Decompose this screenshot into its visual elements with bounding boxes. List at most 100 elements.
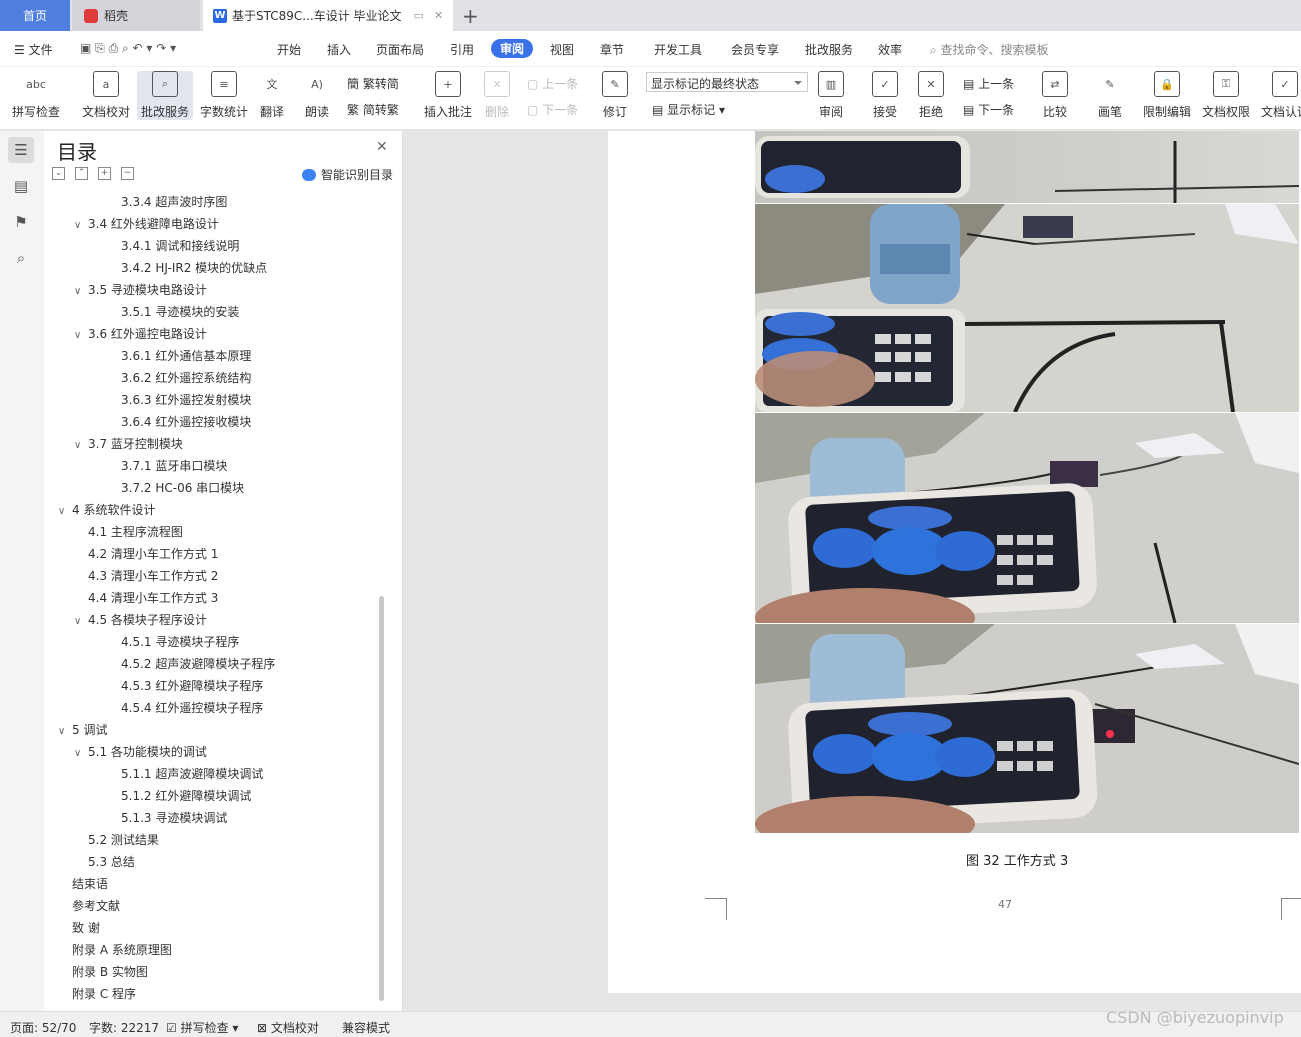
toc-item[interactable]: 4.1 主程序流程图 xyxy=(74,521,183,543)
toc-item[interactable]: ∨ 4 系统软件设计 xyxy=(58,499,155,521)
toc-item[interactable]: ∨ 3.5 寻迹模块电路设计 xyxy=(74,279,207,301)
delete-comment-button[interactable]: ✕ 删除 xyxy=(484,71,510,120)
toc-item[interactable]: 3.6.1 红外通信基本原理 xyxy=(107,345,251,367)
word-count-button[interactable]: ≡ 字数统计 xyxy=(200,71,248,120)
toc-item[interactable]: 3.7.2 HC-06 串口模块 xyxy=(107,477,244,499)
toc-item[interactable]: 3.5.1 寻迹模块的安装 xyxy=(107,301,239,323)
command-search[interactable]: ⌕ 查找命令、搜索模板 xyxy=(930,41,1049,58)
translate-button[interactable]: 文翻译 xyxy=(259,71,285,120)
accept-button[interactable]: ✓ 接受 xyxy=(872,71,898,120)
menu-file[interactable]: ☰ 文件 xyxy=(14,41,53,58)
close-tab-icon[interactable]: ✕ xyxy=(434,9,443,22)
markup-state-select[interactable]: 显示标记的最终状态 xyxy=(646,72,808,92)
toc-item[interactable]: 3.4.1 调试和接线说明 xyxy=(107,235,239,257)
chevron-down-icon[interactable]: ∨ xyxy=(74,435,88,457)
menu-vip[interactable]: 会员专享 xyxy=(731,41,779,58)
toc-item[interactable]: 4.3 清理小车工作方式 2 xyxy=(74,565,218,587)
chevron-down-icon[interactable]: ∨ xyxy=(74,611,88,633)
toc-item[interactable]: 3.6.3 红外遥控发射模块 xyxy=(107,389,251,411)
menu-start[interactable]: 开始 xyxy=(277,41,301,58)
revise-button[interactable]: ✎ 修订 xyxy=(602,71,628,120)
chevron-down-icon[interactable]: ∨ xyxy=(58,501,72,523)
expand-down-icon[interactable]: ⌄ xyxy=(52,167,65,180)
toc-item[interactable]: 4.5.1 寻迹模块子程序 xyxy=(107,631,239,653)
toc-item[interactable]: 附录 C 程序 xyxy=(58,983,136,1005)
toc-item[interactable]: ∨ 3.4 红外线避障电路设计 xyxy=(74,213,219,235)
toc-item[interactable]: 5.1.2 红外避障模块调试 xyxy=(107,785,251,807)
collapse-all-icon[interactable]: − xyxy=(121,167,134,180)
status-doc-check[interactable]: ⊠ 文档校对 xyxy=(257,1019,319,1036)
chapter-nav-icon[interactable]: ▤ xyxy=(8,173,34,199)
word-count[interactable]: 字数: 22217 xyxy=(89,1019,159,1036)
toc-item[interactable]: 5.2 测试结果 xyxy=(74,829,159,851)
toc-item[interactable]: 4.2 清理小车工作方式 1 xyxy=(74,543,218,565)
tab-home[interactable]: 首页 xyxy=(0,0,70,31)
menu-reference[interactable]: 引用 xyxy=(450,41,474,58)
toc-item[interactable]: ∨ 5 调试 xyxy=(58,719,107,741)
chevron-down-icon[interactable]: ∨ xyxy=(74,743,88,765)
show-marks-button[interactable]: ▤ 显示标记 ▾ xyxy=(652,101,725,118)
menu-dev-tools[interactable]: 开发工具 xyxy=(654,41,702,58)
menu-chapter[interactable]: 章节 xyxy=(600,41,624,58)
toc-item[interactable]: 3.3.4 超声波时序图 xyxy=(107,191,227,213)
spell-check-button[interactable]: abc 拼写检查 xyxy=(12,71,60,120)
reject-button[interactable]: ✕ 拒绝 xyxy=(918,71,944,120)
screen-icon[interactable]: ▭ xyxy=(414,9,424,22)
collapse-up-icon[interactable]: ⌃ xyxy=(75,167,88,180)
toc-item[interactable]: ∨ 3.6 红外遥控电路设计 xyxy=(74,323,207,345)
doc-permission-button[interactable]: ⚿ 文档权限 xyxy=(1202,71,1250,120)
toc-item[interactable]: ∨ 4.5 各模块子程序设计 xyxy=(74,609,207,631)
tab-document[interactable]: W 基于STC89C...车设计 毕业论文 ▭ ✕ xyxy=(203,0,453,31)
doc-cert-button[interactable]: ✓文档认证 xyxy=(1261,71,1301,120)
menu-view[interactable]: 视图 xyxy=(550,41,574,58)
correct-service-button[interactable]: ⌕ 批改服务 xyxy=(137,71,194,120)
toc-item[interactable]: 3.6.4 红外遥控接收模块 xyxy=(107,411,251,433)
toc-item[interactable]: 参考文献 xyxy=(58,895,120,917)
toc-item[interactable]: 致 谢 xyxy=(58,917,100,939)
prev-comment-button[interactable]: ▢ 上一条 xyxy=(527,75,578,92)
toc-scrollbar[interactable] xyxy=(379,596,384,1001)
toc-item[interactable]: 附录 B 实物图 xyxy=(58,961,148,983)
quick-access-toolbar[interactable]: ▣ ⎘ ⎙ ⌕ ↶ ▾ ↷ ▾ xyxy=(80,41,176,56)
menu-review[interactable]: 审阅 xyxy=(491,39,534,58)
toc-item[interactable]: 3.7.1 蓝牙串口模块 xyxy=(107,455,227,477)
chevron-down-icon[interactable]: ∨ xyxy=(74,281,88,303)
tab-daoke[interactable]: 稻壳 xyxy=(72,0,200,31)
prev-change-button[interactable]: ▤ 上一条 xyxy=(963,75,1014,92)
smart-toc-button[interactable]: 智能识别目录 xyxy=(302,166,393,183)
expand-all-icon[interactable]: + xyxy=(98,167,111,180)
status-spell-check[interactable]: ☑ 拼写检查 ▾ xyxy=(166,1019,238,1036)
toc-item[interactable]: 5.3 总结 xyxy=(74,851,135,873)
toc-item[interactable]: 4.5.2 超声波避障模块子程序 xyxy=(107,653,275,675)
chevron-down-icon[interactable]: ∨ xyxy=(74,215,88,237)
menu-layout[interactable]: 页面布局 xyxy=(376,41,424,58)
new-tab-icon[interactable]: + xyxy=(462,4,479,28)
page-indicator[interactable]: 页面: 52/70 xyxy=(10,1019,76,1036)
insert-comment-button[interactable]: + 插入批注 xyxy=(424,71,472,120)
chevron-down-icon[interactable]: ∨ xyxy=(58,721,72,743)
toc-item[interactable]: 结束语 xyxy=(58,873,108,895)
menu-efficiency[interactable]: 效率 xyxy=(878,41,902,58)
menu-correct[interactable]: 批改服务 xyxy=(805,41,853,58)
pen-button[interactable]: ✎ 画笔 xyxy=(1097,71,1123,120)
compare-button[interactable]: ⇄ 比较 xyxy=(1042,71,1068,120)
search-icon[interactable]: ⌕ xyxy=(8,245,34,271)
toc-item[interactable]: 5.1.3 寻迹模块调试 xyxy=(107,807,227,829)
next-comment-button[interactable]: ▢ 下一条 xyxy=(527,101,578,118)
read-aloud-button[interactable]: A) 朗读 xyxy=(304,71,330,120)
toc-item[interactable]: 3.6.2 红外遥控系统结构 xyxy=(107,367,251,389)
close-icon[interactable]: ✕ xyxy=(376,139,388,155)
toc-item[interactable]: 附录 A 系统原理图 xyxy=(58,939,172,961)
review-pane-button[interactable]: ▥ 审阅 xyxy=(818,71,844,120)
toc-item[interactable]: 4.5.4 红外遥控模块子程序 xyxy=(107,697,263,719)
simp-to-trad-button[interactable]: 繁 简转繁 xyxy=(347,101,399,118)
bookmark-icon[interactable]: ⚑ xyxy=(8,209,34,235)
next-change-button[interactable]: ▤ 下一条 xyxy=(963,101,1014,118)
toc-item[interactable]: 3.4.2 HJ-IR2 模块的优缺点 xyxy=(107,257,267,279)
chevron-down-icon[interactable]: ∨ xyxy=(74,325,88,347)
toc-item[interactable]: 4.5.3 红外避障模块子程序 xyxy=(107,675,263,697)
menu-insert[interactable]: 插入 xyxy=(327,41,351,58)
toc-item[interactable]: ∨ 5.1 各功能模块的调试 xyxy=(74,741,207,763)
toc-item[interactable]: 4.4 清理小车工作方式 3 xyxy=(74,587,218,609)
doc-check-button[interactable]: a 文档校对 xyxy=(82,71,130,120)
